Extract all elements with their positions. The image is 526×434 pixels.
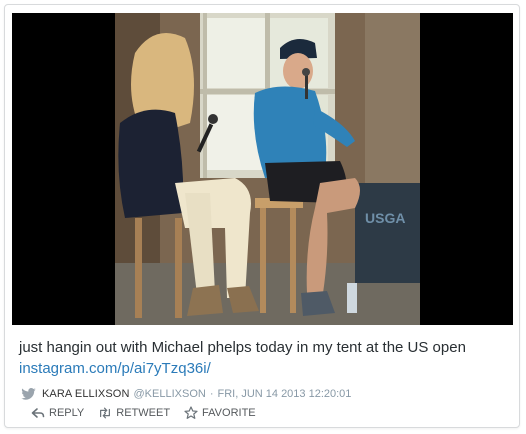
tweet-timestamp[interactable]: FRI, JUN 14 2013 12:20:01 xyxy=(218,388,352,400)
tweet-link[interactable]: instagram.com/p/ai7yTzq36i/ xyxy=(19,358,509,379)
retweet-label: RETWEET xyxy=(116,407,171,419)
favorite-label: FAVORITE xyxy=(202,407,256,419)
tweet-photo[interactable]: USGA xyxy=(115,13,420,325)
retweet-icon xyxy=(100,407,111,419)
tweet-body-text: just hangin out with Michael phelps toda… xyxy=(19,339,466,356)
retweet-button[interactable]: RETWEET xyxy=(98,406,170,420)
tweet-actions: REPLY RETWEET FAVORITE xyxy=(31,405,270,421)
photo-illustration: USGA xyxy=(115,13,420,325)
author-name[interactable]: KARA ELLIXSON xyxy=(42,388,130,400)
reply-button[interactable]: REPLY xyxy=(31,406,84,420)
star-icon xyxy=(184,406,198,419)
tweet-card: USGA just hangin out with Michael phelps… xyxy=(4,4,520,428)
tweet-meta: KARA ELLIXSON @KELLIXSON · FRI, JUN 14 2… xyxy=(21,387,351,401)
reply-label: REPLY xyxy=(49,407,85,419)
twitter-bird-icon xyxy=(21,388,36,400)
meta-separator: · xyxy=(209,388,214,400)
reply-icon xyxy=(31,408,45,418)
tweet-media[interactable]: USGA xyxy=(12,13,513,325)
photo-banner-text: USGA xyxy=(365,210,405,226)
favorite-button[interactable]: FAVORITE xyxy=(184,406,256,420)
author-handle[interactable]: @KELLIXSON xyxy=(134,388,206,400)
tweet-text: just hangin out with Michael phelps toda… xyxy=(19,337,509,379)
